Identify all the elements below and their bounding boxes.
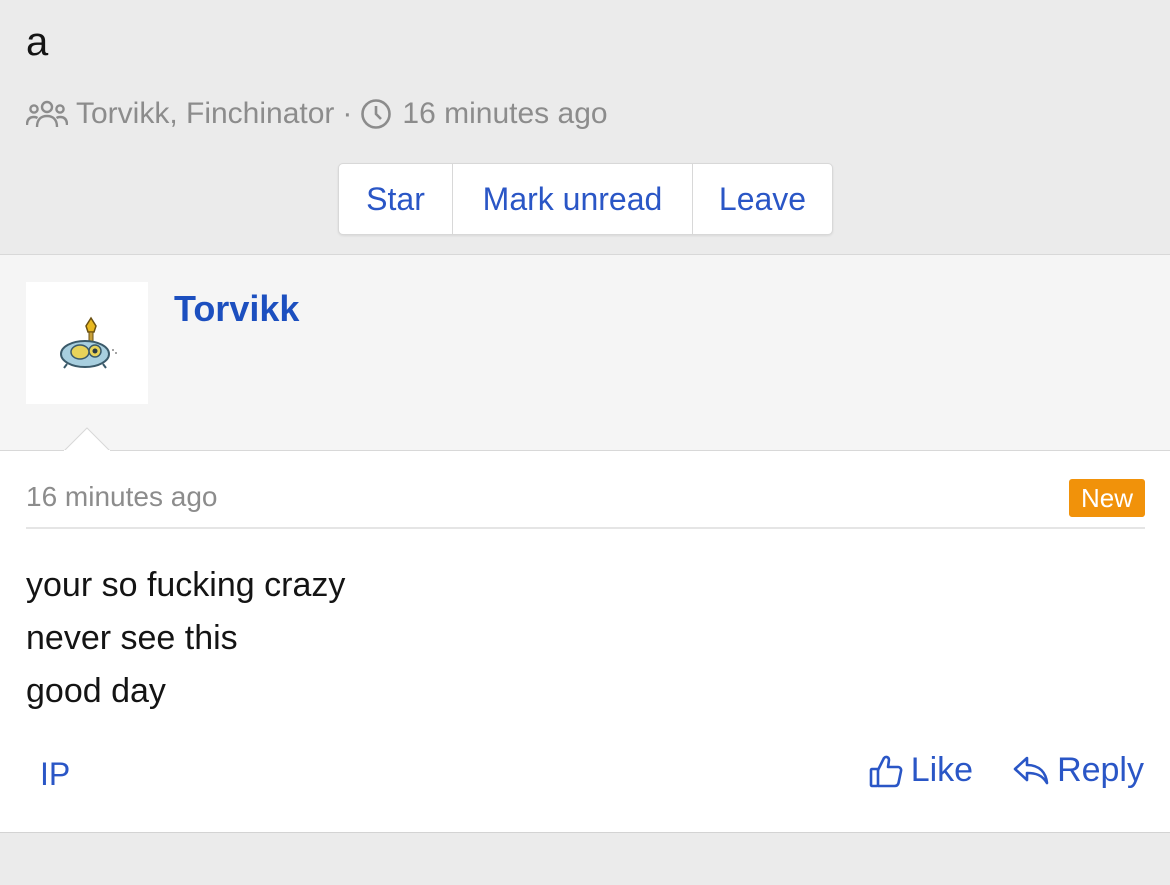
leave-button[interactable]: Leave	[692, 164, 832, 234]
participants-list[interactable]: Torvikk, Finchinator	[76, 97, 334, 131]
message-line: good day	[26, 672, 166, 710]
message-content: your so fucking crazy never see this goo…	[26, 559, 345, 718]
like-button[interactable]: Like	[869, 751, 973, 790]
message-pointer-arrow	[63, 427, 111, 452]
avatar[interactable]	[26, 282, 148, 404]
star-button[interactable]: Star	[339, 164, 452, 234]
conversation-header: a Torvikk, Finchinator · 16 minutes ago …	[0, 0, 1170, 254]
meta-separator: ·	[342, 97, 353, 130]
conversation-actions: Star Mark unread Leave	[338, 163, 833, 235]
thumbs-up-icon	[869, 755, 903, 787]
conversation-title: a	[26, 20, 49, 64]
author-username[interactable]: Torvikk	[174, 288, 299, 330]
message-timestamp[interactable]: 16 minutes ago	[26, 481, 217, 513]
avatar-sprite	[60, 316, 117, 369]
reply-button[interactable]: Reply	[1013, 751, 1144, 790]
conversation-meta: Torvikk, Finchinator · 16 minutes ago	[26, 96, 608, 132]
reply-label: Reply	[1057, 751, 1144, 789]
message-user-block: Torvikk	[0, 255, 1170, 452]
message-divider	[26, 527, 1145, 529]
users-icon	[26, 99, 68, 129]
conversation-time: 16 minutes ago	[402, 97, 608, 130]
ip-link[interactable]: IP	[40, 756, 70, 793]
message-line: never see this	[26, 619, 238, 657]
reply-icon	[1013, 756, 1049, 784]
message-line: your so fucking crazy	[26, 566, 346, 604]
like-label: Like	[910, 751, 974, 789]
clock-icon	[360, 98, 392, 130]
message: Torvikk 16 minutes ago New your so fucki…	[0, 254, 1170, 833]
message-actions: Like Reply	[869, 751, 1144, 790]
message-body: 16 minutes ago New your so fucking crazy…	[0, 451, 1170, 832]
mark-unread-button[interactable]: Mark unread	[452, 164, 692, 234]
new-badge: New	[1069, 479, 1145, 517]
